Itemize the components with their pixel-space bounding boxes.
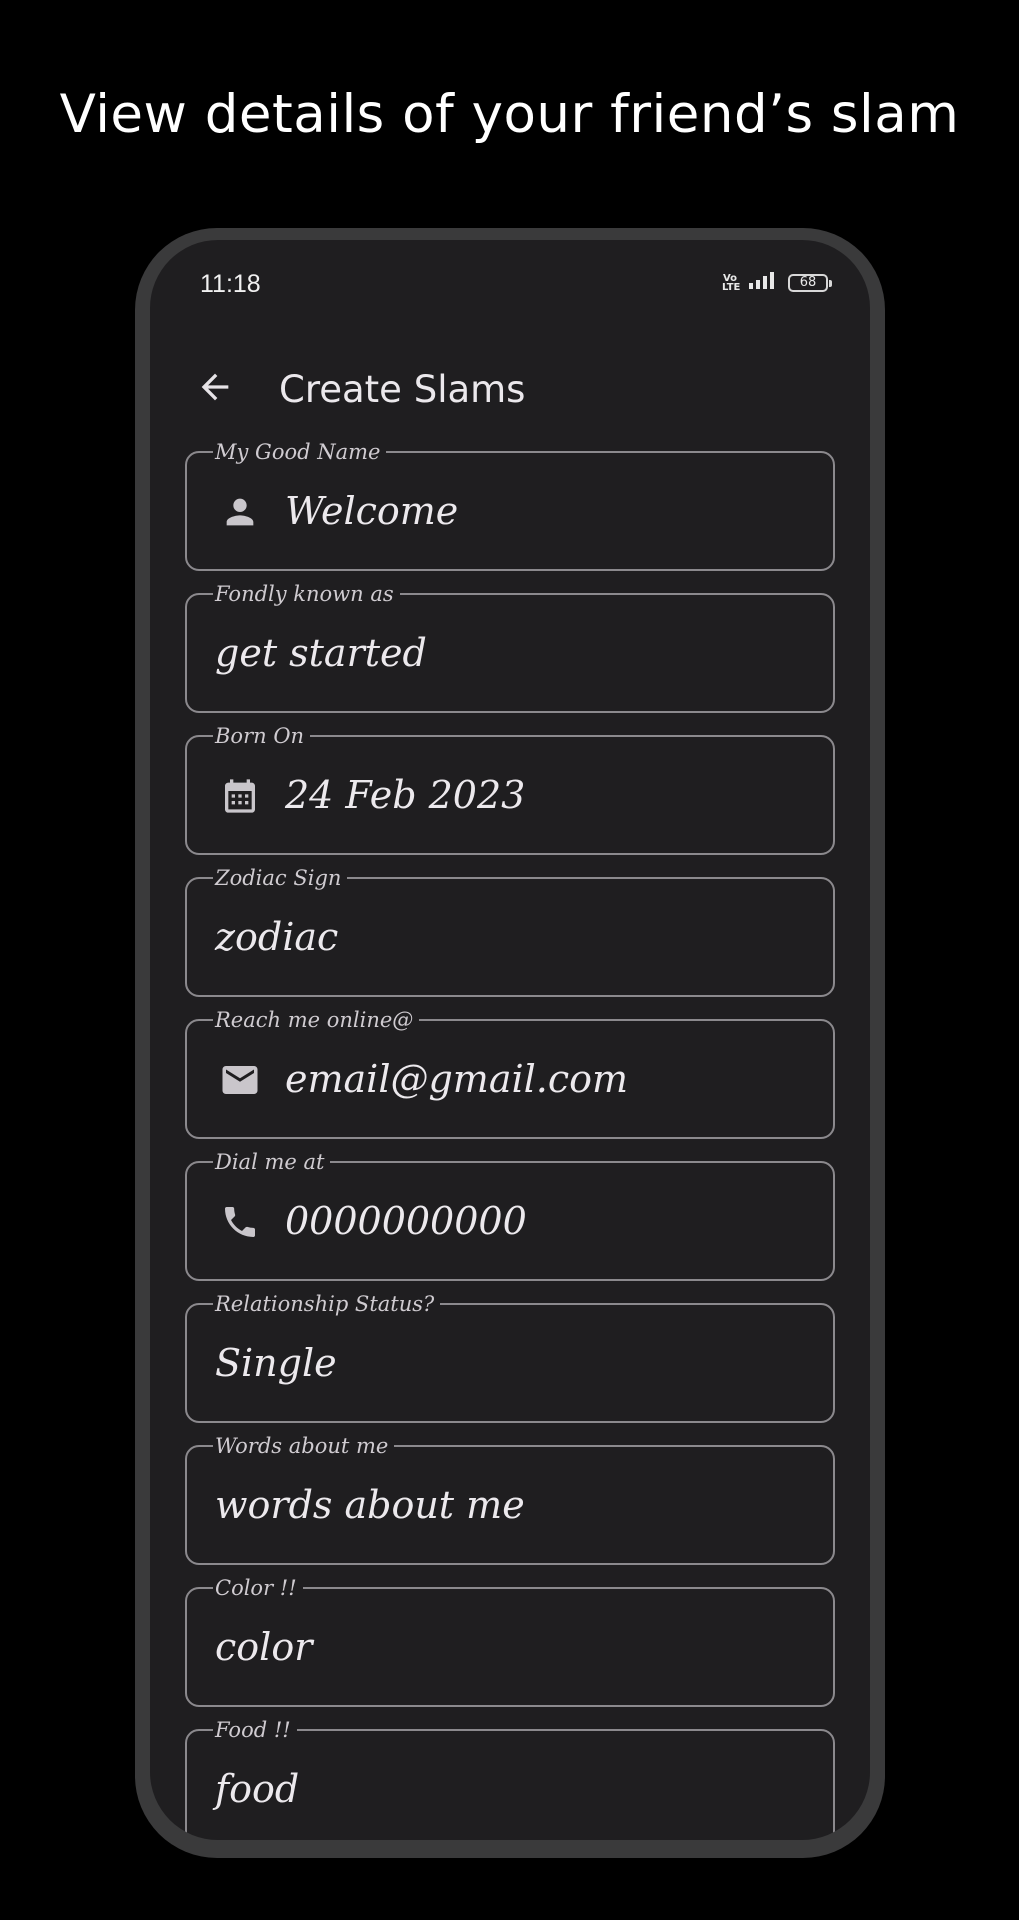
about-field[interactable]: Words about me words about me xyxy=(185,1435,835,1565)
status-icons: Vo LTE 68 xyxy=(722,270,832,295)
nickname-input[interactable]: get started xyxy=(215,593,805,713)
battery-icon: 68 xyxy=(788,273,832,292)
zodiac-field[interactable]: Zodiac Sign zodiac xyxy=(185,867,835,997)
birthdate-field[interactable]: Born On 24 Feb 2023 xyxy=(185,725,835,855)
back-button[interactable] xyxy=(190,364,240,414)
email-input[interactable]: email@gmail.com xyxy=(285,1019,805,1139)
promo-headline: View details of your friend’s slam xyxy=(59,84,960,145)
phone-icon xyxy=(219,1201,261,1243)
phone-frame: 11:18 Vo LTE 68 Create Slams My Good Nam… xyxy=(135,228,885,1858)
status-time: 11:18 xyxy=(200,270,261,298)
signal-icon xyxy=(748,270,778,295)
name-field[interactable]: My Good Name Welcome xyxy=(185,441,835,571)
food-field[interactable]: Food !! food xyxy=(185,1719,835,1840)
about-input[interactable]: words about me xyxy=(215,1445,805,1565)
color-input[interactable]: color xyxy=(215,1587,805,1707)
battery-level: 68 xyxy=(799,274,817,290)
email-field[interactable]: Reach me online@ email@gmail.com xyxy=(185,1009,835,1139)
person-icon xyxy=(219,491,261,533)
arrow-back-icon xyxy=(195,367,235,412)
slam-form: My Good Name Welcome Fondly known as get… xyxy=(185,441,835,1840)
birthdate-input[interactable]: 24 Feb 2023 xyxy=(285,735,805,855)
zodiac-input[interactable]: zodiac xyxy=(215,877,805,997)
phone-field[interactable]: Dial me at 0000000000 xyxy=(185,1151,835,1281)
status-bar: 11:18 Vo LTE 68 xyxy=(150,240,870,310)
phone-input[interactable]: 0000000000 xyxy=(285,1161,805,1281)
relationship-input[interactable]: Single xyxy=(215,1303,805,1423)
calendar-icon xyxy=(219,775,261,817)
mail-icon xyxy=(219,1059,261,1101)
page-title: Create Slams xyxy=(279,368,526,411)
food-input[interactable]: food xyxy=(215,1729,805,1840)
relationship-field[interactable]: Relationship Status? Single xyxy=(185,1293,835,1423)
volte-icon: Vo LTE xyxy=(722,272,741,293)
color-field[interactable]: Color !! color xyxy=(185,1577,835,1707)
app-screen: 11:18 Vo LTE 68 Create Slams My Good Nam… xyxy=(150,240,870,1840)
name-input[interactable]: Welcome xyxy=(285,451,805,571)
app-bar: Create Slams xyxy=(150,348,870,428)
nickname-field[interactable]: Fondly known as get started xyxy=(185,583,835,713)
